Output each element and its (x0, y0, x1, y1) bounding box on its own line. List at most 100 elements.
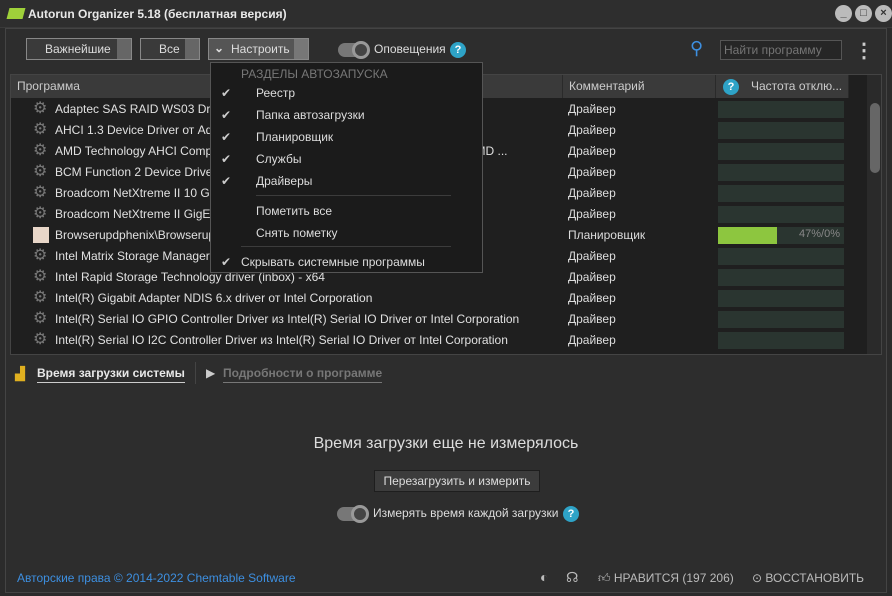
column-frequency[interactable]: ? Частота отклю... (716, 75, 849, 98)
table-row[interactable]: ⚙ Intel(R) Serial IO GPIO Controller Dri… (11, 309, 867, 330)
notifications-toggle[interactable] (338, 41, 370, 59)
frequency-bar (718, 101, 844, 118)
program-name: Adaptec SAS RAID WS03 Driver (55, 102, 230, 116)
status-bar: Авторские права © 2014-2022 Chemtable So… (10, 568, 882, 588)
hide-system-label: Скрывать системные программы (241, 255, 425, 269)
measure-each-toggle[interactable] (337, 505, 369, 523)
app-logo-icon (6, 8, 26, 19)
customize-dropdown-menu: РАЗДЕЛЫ АВТОЗАПУСКА ✔ Реестр ✔ Папка автоза… (210, 62, 483, 273)
frequency-help-icon[interactable]: ? (723, 79, 739, 95)
boot-time-message: Время загрузки еще не измерялось (313, 435, 579, 452)
close-button[interactable]: × (875, 5, 892, 22)
scrollbar-thumb[interactable] (870, 103, 880, 173)
all-button[interactable]: Все (140, 38, 200, 60)
tab-boot-time[interactable]: Время загрузки системы (37, 366, 185, 383)
gear-icon: ⚙ (33, 163, 48, 180)
program-name: Broadcom NetXtreme II 10 GigE (55, 186, 228, 200)
program-comment: Драйвер (568, 123, 616, 137)
like-button[interactable]: 👍︎ НРАВИТСЯ (197 206) (598, 571, 734, 586)
program-comment: Драйвер (568, 249, 616, 263)
gear-icon: ⚙ (33, 310, 48, 327)
frequency-bar (718, 332, 844, 349)
gear-icon: ⚙ (33, 184, 48, 201)
check-icon: ✔ (221, 152, 232, 166)
menu-item[interactable]: ✔ Папка автозагрузки (211, 104, 482, 126)
program-comment: Драйвер (568, 333, 616, 347)
program-comment: Драйвер (568, 291, 616, 305)
notifications-label: Оповещения (374, 42, 446, 56)
menu-item-label: Папка автозагрузки (256, 108, 365, 122)
program-name: Broadcom NetXtreme II GigE (55, 207, 211, 221)
search-icon[interactable]: ⚲ (690, 38, 703, 59)
program-comment: Драйвер (568, 186, 616, 200)
program-comment: Драйвер (568, 144, 616, 158)
frequency-bar (718, 290, 844, 307)
program-comment: Драйвер (568, 207, 616, 221)
scrollbar[interactable] (867, 75, 881, 354)
measure-each-label: Измерять время каждой загрузки (373, 506, 559, 520)
program-comment: Драйвер (568, 312, 616, 326)
bottom-panel: ▟ Время загрузки системы ▶ Подробности о… (10, 360, 882, 560)
check-icon: ✔ (221, 108, 232, 122)
restore-button[interactable]: ⊙ ВОССТАНОВИТЬ (752, 571, 864, 585)
more-menu-icon[interactable]: ⋮ (854, 38, 874, 63)
all-label: Все (159, 42, 180, 56)
program-comment: Драйвер (568, 102, 616, 116)
gear-icon: ⚙ (33, 268, 48, 285)
unmark-label: Снять пометку (256, 226, 338, 240)
menu-item-unmark[interactable]: Снять пометку (211, 222, 482, 244)
gear-icon: ⚙ (33, 100, 48, 117)
frequency-label: 47%/0% (799, 228, 840, 240)
like-label: НРАВИТСЯ (197 206) (613, 571, 734, 585)
menu-item[interactable]: ✔ Планировщик (211, 126, 482, 148)
menu-item[interactable]: ✔ Службы (211, 148, 482, 170)
menu-item-mark-all[interactable]: Пометить все (211, 200, 482, 222)
chevron-down-icon: ⌄ (214, 41, 225, 55)
play-icon: ▶ (206, 366, 216, 380)
customize-button[interactable]: ⌄ Настроить (208, 38, 309, 60)
frequency-bar (718, 185, 844, 202)
notifications-help-icon[interactable]: ? (450, 42, 466, 58)
restore-label: ВОССТАНОВИТЬ (765, 571, 865, 585)
menu-item-label: Службы (256, 152, 302, 166)
window-title: Autorun Organizer 5.18 (бесплатная верси… (28, 7, 287, 21)
chart-icon: ▟ (15, 366, 25, 381)
column-frequency-label: Частота отклю... (751, 79, 843, 93)
measure-help-icon[interactable]: ? (563, 506, 579, 522)
thumbs-up-icon: 👍︎ (598, 571, 614, 585)
minimize-button[interactable]: _ (835, 5, 852, 22)
frequency-bar (718, 269, 844, 286)
gear-icon: ⚙ (33, 121, 48, 138)
mark-all-label: Пометить все (256, 204, 333, 218)
program-name: Intel(R) Gigabit Adapter NDIS 6.x driver… (55, 291, 373, 305)
theme-icon[interactable]: ◐ (540, 569, 548, 585)
support-icon[interactable]: ☊ (566, 569, 578, 586)
program-name: BCM Function 2 Device Driver (55, 165, 217, 179)
title-bar: Autorun Organizer 5.18 (бесплатная верси… (0, 0, 892, 28)
tab-program-details[interactable]: Подробности о программе (223, 366, 383, 383)
frequency-bar (718, 206, 844, 223)
menu-item-hide-system[interactable]: ✔ Скрывать системные программы (211, 251, 482, 273)
table-row[interactable]: ⚙ Intel(R) Serial IO I2C Controller Driv… (11, 330, 867, 351)
search-input[interactable] (720, 40, 842, 60)
column-comment[interactable]: Комментарий (563, 75, 716, 98)
customize-label: Настроить (231, 42, 290, 56)
frequency-bar (718, 248, 844, 265)
menu-separator (241, 246, 451, 247)
important-button[interactable]: Важнейшие (26, 38, 132, 60)
check-icon: ✔ (221, 174, 232, 188)
copyright-link[interactable]: Авторские права © 2014-2022 Chemtable So… (17, 571, 296, 585)
frequency-bar (718, 122, 844, 139)
program-name: Intel Matrix Storage Manager (55, 249, 210, 263)
program-comment: Драйвер (568, 270, 616, 284)
reboot-measure-button[interactable]: Перезагрузить и измерить (374, 470, 540, 492)
program-name: Intel(R) Serial IO I2C Controller Driver… (55, 333, 508, 347)
menu-item[interactable]: ✔ Драйверы (211, 170, 482, 192)
program-comment: Планировщик (568, 228, 646, 242)
maximize-button[interactable]: □ (855, 5, 872, 22)
table-row[interactable]: ⚙ Intel(R) Gigabit Adapter NDIS 6.x driv… (11, 288, 867, 309)
gear-icon: ⚙ (33, 205, 48, 222)
program-thumbnail-icon (33, 227, 49, 243)
check-icon: ✔ (221, 130, 232, 144)
menu-item[interactable]: ✔ Реестр (211, 82, 482, 104)
